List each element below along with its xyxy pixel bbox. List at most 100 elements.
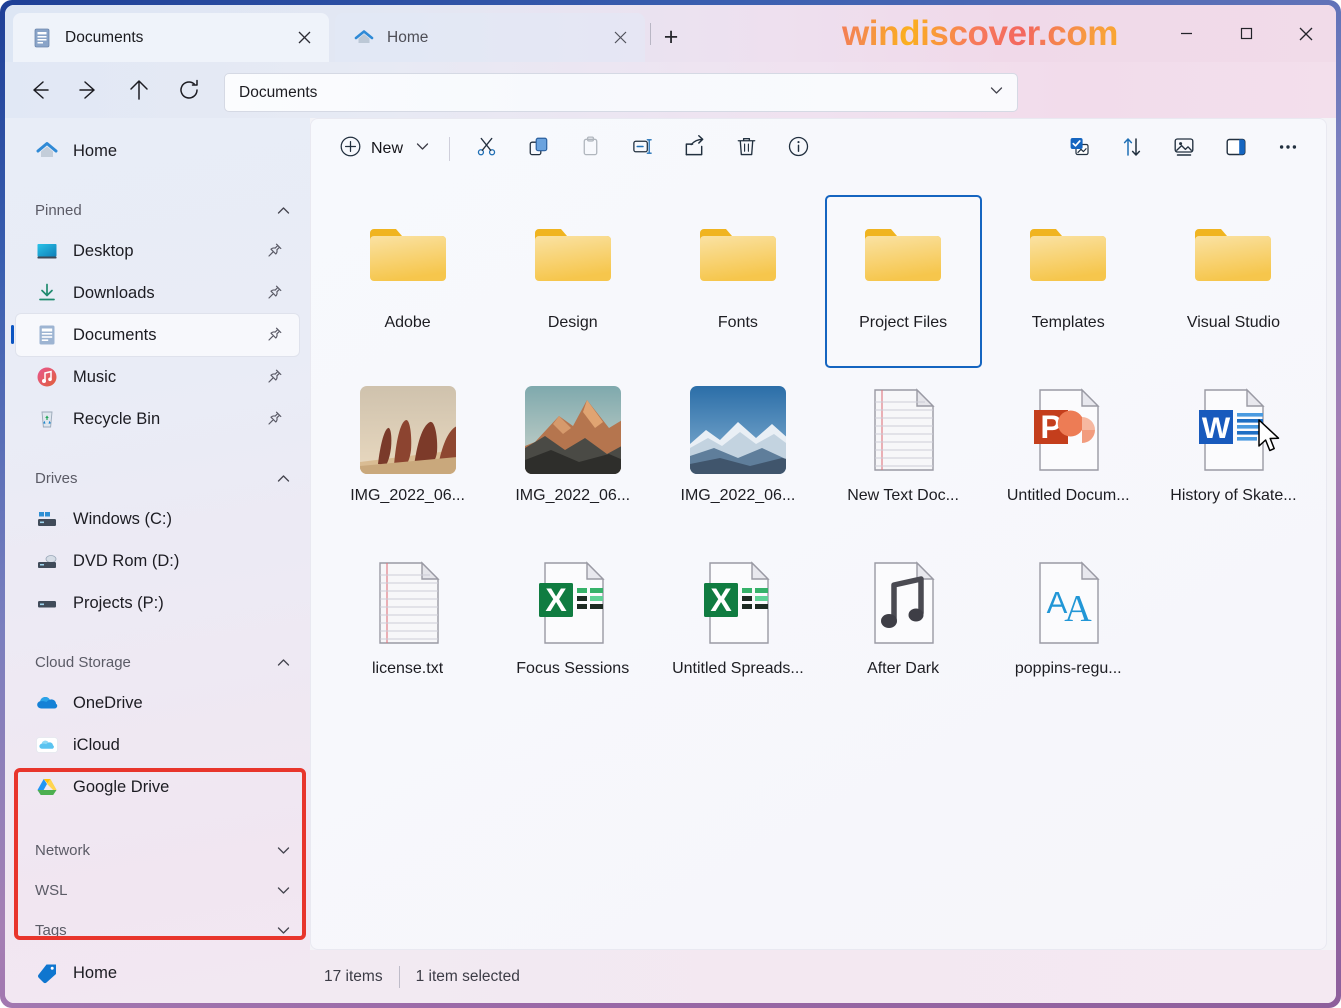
- tab-home[interactable]: Home: [335, 13, 645, 62]
- sidebar-group-network[interactable]: Network: [16, 830, 299, 870]
- maximize-button[interactable]: [1216, 5, 1276, 62]
- status-bar: 17 items 1 item selected: [310, 950, 1336, 1003]
- file-item[interactable]: A A poppins-regu...: [990, 541, 1147, 714]
- file-name: Adobe: [384, 314, 431, 331]
- sidebar-item-label: OneDrive: [73, 693, 143, 712]
- tab-label: Documents: [65, 28, 144, 46]
- photo-thumbnail: [359, 382, 456, 478]
- view-button[interactable]: [1162, 129, 1206, 169]
- item-count: 17 items: [324, 967, 383, 985]
- breadcrumb-bar[interactable]: Documents: [224, 73, 1018, 112]
- folder-icon: [360, 209, 456, 305]
- tab-documents[interactable]: Documents: [13, 13, 329, 62]
- group-label: Drives: [35, 469, 78, 487]
- chevron-down-icon[interactable]: [274, 921, 293, 940]
- pin-icon[interactable]: [266, 242, 283, 259]
- sidebar-item-onedrive[interactable]: OneDrive: [16, 682, 299, 724]
- tab-close-button[interactable]: [289, 23, 319, 53]
- cut-button[interactable]: [464, 129, 508, 169]
- copy-button[interactable]: [516, 129, 560, 169]
- back-button[interactable]: [17, 70, 61, 110]
- group-label: Cloud Storage: [35, 653, 131, 671]
- tab-close-button[interactable]: [605, 23, 635, 53]
- sidebar-item-dvd-rom-d[interactable]: DVD Rom (D:): [16, 540, 299, 582]
- select-all-button[interactable]: [1058, 129, 1102, 169]
- command-toolbar: New: [311, 119, 1326, 179]
- pin-icon[interactable]: [266, 326, 283, 343]
- breadcrumb: Documents: [239, 83, 318, 101]
- font-file-icon: A A: [1020, 555, 1116, 651]
- details-pane-icon: [1224, 135, 1248, 164]
- tag-icon: [35, 961, 59, 985]
- file-item[interactable]: Adobe: [329, 195, 486, 368]
- delete-button[interactable]: [724, 129, 768, 169]
- sidebar-item-desktop[interactable]: Desktop: [16, 230, 299, 272]
- sidebar-group-cloud-storage[interactable]: Cloud Storage: [16, 642, 299, 682]
- file-item[interactable]: X Focus Sessions: [494, 541, 651, 714]
- file-item[interactable]: P Untitled Docum...: [990, 368, 1147, 541]
- sidebar-item-icloud[interactable]: iCloud: [16, 724, 299, 766]
- downloads-icon: [35, 281, 59, 305]
- folder-icon: [1185, 209, 1281, 305]
- chevron-down-icon[interactable]: [274, 841, 293, 860]
- pin-icon[interactable]: [266, 284, 283, 301]
- sidebar-item-home[interactable]: Home: [16, 130, 299, 172]
- sidebar-item-label: Home: [73, 963, 118, 982]
- photo-thumbnail: [689, 382, 786, 478]
- up-button[interactable]: [117, 70, 161, 110]
- sidebar-item-projects-p[interactable]: Projects (P:): [16, 582, 299, 624]
- sort-button[interactable]: [1110, 129, 1154, 169]
- file-item[interactable]: W History of Skate...: [1155, 368, 1312, 541]
- sidebar-item-recycle-bin[interactable]: Recycle Bin: [16, 398, 299, 440]
- sidebar-group-tags[interactable]: Tags: [16, 910, 299, 950]
- file-item[interactable]: IMG_2022_06...: [659, 368, 816, 541]
- pin-icon[interactable]: [266, 368, 283, 385]
- file-item[interactable]: Fonts: [659, 195, 816, 368]
- chevron-down-icon[interactable]: [414, 138, 431, 160]
- audio-file-icon: [855, 555, 951, 651]
- layout-pane-button[interactable]: [1214, 129, 1258, 169]
- file-item[interactable]: license.txt: [329, 541, 486, 714]
- sidebar-item-music[interactable]: Music: [16, 356, 299, 398]
- new-button[interactable]: New: [329, 130, 437, 168]
- file-item[interactable]: Project Files: [824, 195, 982, 368]
- forward-button[interactable]: [67, 70, 111, 110]
- chevron-up-icon[interactable]: [274, 201, 293, 220]
- chevron-down-icon[interactable]: [988, 82, 1005, 104]
- onedrive-icon: [35, 691, 59, 715]
- sidebar-group-wsl[interactable]: WSL: [16, 870, 299, 910]
- file-item[interactable]: After Dark: [825, 541, 982, 714]
- new-tab-button[interactable]: +: [655, 21, 687, 53]
- file-item[interactable]: Templates: [990, 195, 1147, 368]
- file-item[interactable]: X Untitled Spreads...: [659, 541, 816, 714]
- rename-button[interactable]: [620, 129, 664, 169]
- sidebar-item-documents[interactable]: Documents: [11, 314, 299, 356]
- share-button[interactable]: [672, 129, 716, 169]
- file-item[interactable]: New Text Doc...: [825, 368, 982, 541]
- sidebar-item-tag-home[interactable]: Home: [16, 952, 299, 994]
- chevron-up-icon[interactable]: [274, 653, 293, 672]
- file-item[interactable]: IMG_2022_06...: [329, 368, 486, 541]
- recycle-bin-icon: [35, 407, 59, 431]
- file-item[interactable]: IMG_2022_06...: [494, 368, 651, 541]
- close-window-button[interactable]: [1276, 5, 1336, 62]
- sidebar-group-pinned[interactable]: Pinned: [16, 190, 299, 230]
- sidebar-item-google-drive[interactable]: Google Drive: [16, 766, 299, 808]
- toolbar-divider: [449, 137, 451, 161]
- properties-button[interactable]: [776, 129, 820, 169]
- folder-icon: [690, 209, 786, 305]
- file-item[interactable]: Visual Studio: [1155, 195, 1312, 368]
- sidebar-item-downloads[interactable]: Downloads: [16, 272, 299, 314]
- chevron-up-icon[interactable]: [274, 469, 293, 488]
- file-item[interactable]: Design: [494, 195, 651, 368]
- paste-button[interactable]: [568, 129, 612, 169]
- minimize-button[interactable]: [1156, 5, 1216, 62]
- refresh-button[interactable]: [167, 70, 211, 110]
- pin-icon[interactable]: [266, 410, 283, 427]
- chevron-down-icon[interactable]: [274, 881, 293, 900]
- rename-icon: [631, 135, 654, 163]
- sidebar-item-windows-c[interactable]: Windows (C:): [16, 498, 299, 540]
- desktop-icon: [35, 239, 59, 263]
- see-more-button[interactable]: [1266, 129, 1310, 169]
- sidebar-group-drives[interactable]: Drives: [16, 458, 299, 498]
